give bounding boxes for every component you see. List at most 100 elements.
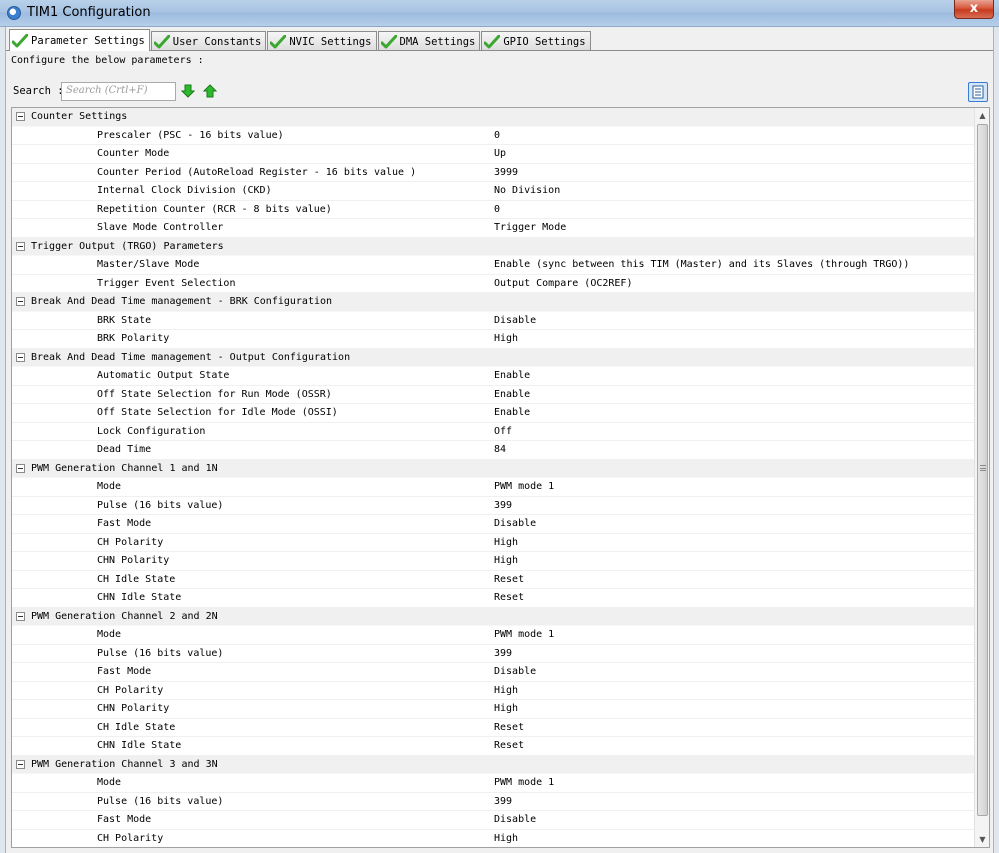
property-row[interactable]: CH Idle State Reset [12,719,974,737]
property-value[interactable]: Trigger Mode [494,222,566,233]
search-label: Search : [13,85,64,97]
property-value[interactable]: Off [494,426,512,437]
close-button[interactable]: x [954,0,994,19]
property-value[interactable]: High [494,333,518,344]
property-row[interactable]: Mode PWM mode 1 [12,626,974,645]
property-row[interactable]: Master/Slave Mode Enable (sync between th… [12,256,974,275]
scroll-down-icon[interactable]: ▼ [975,832,989,847]
property-name: BRK State [97,314,152,326]
property-value[interactable]: Disable [494,666,536,677]
property-value[interactable]: 399 [494,648,512,659]
property-row[interactable]: Dead Time 84 [12,441,974,460]
property-value[interactable]: 3999 [494,167,518,178]
group-row[interactable]: Counter Settings [12,108,974,127]
property-row[interactable]: Automatic Output State Enable [12,367,974,386]
tab-user-constants[interactable]: User Constants [150,31,267,51]
collapse-icon[interactable] [16,759,25,769]
scroll-thumb[interactable] [977,124,988,816]
property-row[interactable]: Pulse (16 bits value) 399 [12,645,974,663]
property-name: Internal Clock Division (CKD) [97,185,272,196]
property-value[interactable]: Up [494,148,506,159]
property-value[interactable]: Disable [494,518,536,529]
collapse-icon[interactable] [16,112,25,121]
property-row[interactable]: Mode PWM mode 1 [12,774,974,793]
property-row[interactable]: Fast Mode Disable [12,515,974,534]
property-row[interactable]: CHN Idle State Reset [12,737,974,756]
property-row[interactable]: BRK Polarity High [12,330,974,349]
property-row[interactable]: Counter Period (AutoReload Register - 16… [12,164,974,182]
property-value[interactable]: Output Compare (OC2REF) [494,278,632,289]
property-value[interactable]: Enable [494,407,530,418]
collapse-icon[interactable] [16,611,25,621]
tab-gpio-settings[interactable]: GPIO Settings [481,31,591,51]
group-row[interactable]: Break And Dead Time management - Output … [12,348,974,367]
property-row[interactable]: BRK State Disable [12,312,974,330]
property-value[interactable]: High [494,685,518,696]
property-row[interactable]: CH Idle State Reset [12,571,974,589]
property-row[interactable]: CHN Polarity High [12,552,974,571]
collapse-icon[interactable] [16,352,25,362]
property-value[interactable]: 399 [494,796,512,807]
tab-parameter-settings[interactable]: Parameter Settings [9,29,150,51]
property-row[interactable]: Pulse (16 bits value) 399 [12,793,974,811]
property-value[interactable]: 0 [494,204,500,215]
parameter-rows: Counter Settings Prescaler (PSC - 16 bits… [12,108,974,848]
property-row[interactable]: Prescaler (PSC - 16 bits value) 0 [12,127,974,145]
property-value[interactable]: 399 [494,500,512,511]
property-row[interactable]: Fast Mode Disable [12,811,974,830]
property-row[interactable]: Counter Mode Up [12,145,974,164]
property-value[interactable]: Enable (sync between this TIM (Master) a… [494,259,909,270]
group-row[interactable]: PWM Generation Channel 3 and 3N [12,755,974,774]
search-input[interactable]: Search (Crtl+F) [61,82,176,101]
property-row[interactable]: Off State Selection for Idle Mode (OSSI)… [12,404,974,423]
group-row[interactable]: PWM Generation Channel 2 and 2N [12,607,974,626]
tab-nvic-settings[interactable]: NVIC Settings [267,31,377,51]
property-value[interactable]: High [494,555,518,566]
property-row[interactable]: Pulse (16 bits value) 399 [12,497,974,515]
property-row[interactable]: Trigger Event Selection Output Compare (O… [12,275,974,293]
property-row[interactable]: Off State Selection for Run Mode (OSSR) E… [12,386,974,404]
property-value[interactable]: No Division [494,185,560,196]
property-value[interactable]: PWM mode 1 [494,777,554,788]
property-value[interactable]: Disable [494,315,536,326]
scroll-up-icon[interactable]: ▲ [975,108,989,123]
property-row[interactable]: Mode PWM mode 1 [12,478,974,497]
tab-dma-settings[interactable]: DMA Settings [377,31,481,51]
arrow-up-icon[interactable] [203,84,217,98]
property-value[interactable]: Reset [494,574,524,585]
property-value[interactable]: High [494,537,518,548]
group-row[interactable]: Trigger Output (TRGO) Parameters [12,237,974,256]
property-value[interactable]: PWM mode 1 [494,481,554,492]
property-value[interactable]: High [494,703,518,714]
property-value[interactable]: Reset [494,592,524,603]
property-row[interactable]: Fast Mode Disable [12,663,974,682]
property-value[interactable]: Enable [494,389,530,400]
property-value[interactable]: 84 [494,444,506,455]
property-value[interactable]: Disable [494,814,536,825]
property-row[interactable]: Repetition Counter (RCR - 8 bits value) 0 [12,201,974,219]
property-row[interactable]: Lock Configuration Off [12,423,974,441]
property-row[interactable]: CHN Polarity High [12,700,974,719]
collapse-icon[interactable] [16,297,25,306]
property-value[interactable]: 0 [494,130,500,141]
property-value[interactable]: PWM mode 1 [494,629,554,640]
property-row[interactable]: CH Polarity High [12,682,974,700]
group-row[interactable]: Break And Dead Time management - BRK Con… [12,293,974,312]
group-row[interactable]: PWM Generation Channel 1 and 1N [12,459,974,478]
property-row[interactable]: CH Polarity High [12,830,974,848]
property-row[interactable]: Slave Mode Controller Trigger Mode [12,219,974,238]
title-bar: TIM1 Configuration x [0,0,999,27]
collapse-icon[interactable] [16,463,25,473]
property-name: CH Idle State [97,721,176,733]
property-row[interactable]: CHN Idle State Reset [12,589,974,608]
arrow-down-icon[interactable] [181,84,195,98]
collapse-icon[interactable] [16,241,25,251]
property-row[interactable]: CH Polarity High [12,534,974,552]
property-value[interactable]: High [494,833,518,844]
property-value[interactable]: Reset [494,740,524,751]
property-row[interactable]: Internal Clock Division (CKD) No Division [12,182,974,201]
vertical-scrollbar[interactable]: ▲ ▼ [974,108,989,847]
list-icon[interactable] [968,82,988,102]
property-value[interactable]: Enable [494,370,530,381]
property-value[interactable]: Reset [494,722,524,733]
